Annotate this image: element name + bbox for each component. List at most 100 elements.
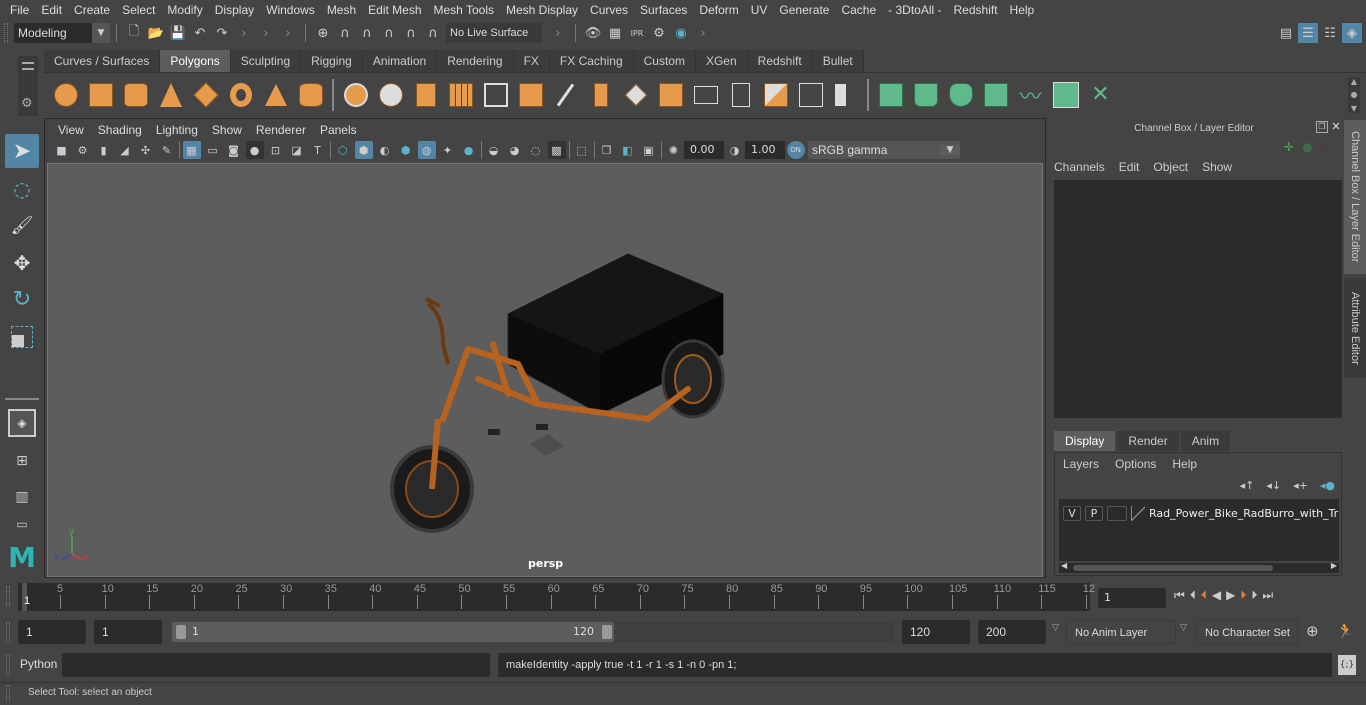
outliner-layout-button[interactable]: ▥ (5, 480, 39, 514)
camera-attributes-icon[interactable]: ⚙ (74, 141, 92, 159)
target-weld-icon[interactable] (796, 80, 826, 110)
scroll-up-icon[interactable]: ▲ (1351, 77, 1357, 86)
anim-layer-chevron-icon[interactable]: ▽ (1052, 623, 1059, 633)
uv-planar-icon[interactable] (876, 80, 906, 110)
menu-deform[interactable]: Deform (693, 0, 744, 20)
menu-mesh-display[interactable]: Mesh Display (500, 0, 584, 20)
shelf-tab-fx-caching[interactable]: FX Caching (549, 50, 634, 72)
four-view-layout-button[interactable]: ⊞ (5, 444, 39, 478)
reduce-icon[interactable] (481, 80, 511, 110)
image-plane-icon[interactable]: ◢ (116, 141, 134, 159)
use-all-lights-icon[interactable]: ✦ (439, 141, 457, 159)
workspace-dropdown[interactable]: Modeling ▼ (14, 23, 110, 43)
grid-toggle-icon[interactable]: ▦ (182, 141, 201, 159)
collapse-arrow-icon[interactable]: › (278, 23, 298, 43)
smooth-shade-icon[interactable]: ⬢ (354, 141, 373, 159)
range-bar[interactable]: 1 120 (172, 622, 614, 642)
channel-menu-channels[interactable]: Channels (1054, 160, 1105, 174)
depth-of-field-icon[interactable]: ▩ (547, 141, 566, 159)
animation-preferences-icon[interactable]: 🏃 (1336, 622, 1355, 640)
scroll-thumb[interactable] (1073, 565, 1273, 571)
graph-layout-button[interactable]: ▭ (5, 514, 39, 534)
film-gate-icon[interactable]: ▭ (204, 141, 222, 159)
layer-menu-help[interactable]: Help (1172, 457, 1197, 471)
render-frame-icon[interactable]: ▦ (605, 23, 625, 43)
new-layer-icon[interactable]: ◂+ (1293, 479, 1308, 492)
bookmark-icon[interactable]: ▮ (95, 141, 113, 159)
collapse-arrow-icon[interactable]: › (693, 23, 713, 43)
menu-generate[interactable]: Generate (773, 0, 835, 20)
go-to-start-icon[interactable]: ⏮ (1174, 588, 1185, 603)
menu-curves[interactable]: Curves (584, 0, 634, 20)
redo-icon[interactable]: ↷ (212, 23, 232, 43)
side-tab-attribute-editor[interactable]: Attribute Editor (1344, 278, 1366, 378)
collapse-arrow-icon[interactable]: › (548, 23, 568, 43)
xyz-manipulator-icon[interactable]: ✛ (1284, 140, 1294, 154)
script-editor-icon[interactable]: {;} (1338, 655, 1356, 675)
layer-menu-options[interactable]: Options (1115, 457, 1156, 471)
safe-title-icon[interactable]: T (309, 141, 327, 159)
soft-select-icon[interactable]: ● (1302, 140, 1312, 154)
pivot-icon[interactable]: ⁄ (1321, 140, 1323, 154)
shelf-tab-animation[interactable]: Animation (362, 50, 438, 72)
menu-cache[interactable]: Cache (835, 0, 882, 20)
motion-blur-icon[interactable]: ◕ (506, 141, 524, 159)
color-space-dropdown[interactable]: sRGB gamma ▼ (808, 141, 960, 159)
screen-space-ao-icon[interactable]: ◒ (485, 141, 503, 159)
anim-layer-dropdown[interactable]: No Anim Layer (1066, 620, 1176, 644)
animation-end-field[interactable]: 200 (978, 620, 1046, 644)
layer-color-swatch[interactable] (1131, 505, 1145, 521)
xray-components-icon[interactable]: ▣ (640, 141, 658, 159)
combine-icon[interactable] (341, 80, 371, 110)
new-scene-icon[interactable]: 🗋 (124, 23, 144, 43)
attribute-editor-toggle-icon[interactable]: ☰ (1298, 23, 1318, 43)
close-icon[interactable]: ✕ (1330, 121, 1342, 133)
side-tab-channel-box[interactable]: Channel Box / Layer Editor (1344, 120, 1366, 274)
isolate-select-icon[interactable]: ⬚ (573, 141, 591, 159)
field-chart-icon[interactable]: ⊡ (267, 141, 285, 159)
exposure-field[interactable]: 0.00 (684, 141, 724, 159)
animation-start-field[interactable]: 1 (18, 620, 86, 644)
range-end-handle[interactable] (602, 625, 612, 639)
render-settings-icon[interactable]: ⚙ (649, 23, 669, 43)
range-start-handle[interactable] (176, 625, 186, 639)
step-back-frame-icon[interactable]: ⏴ (1190, 588, 1196, 603)
layer-row[interactable]: V P Rad_Power_Bike_RadBurro_with_Truck (1059, 503, 1339, 523)
shelf-tab-xgen[interactable]: XGen (695, 50, 748, 72)
move-layer-up-icon[interactable]: ◂↑ (1240, 479, 1255, 492)
menu-edit[interactable]: Edit (35, 0, 68, 20)
xray-joints-icon[interactable]: ◧ (619, 141, 637, 159)
shelf-menu-icon[interactable] (22, 62, 34, 70)
uv-automatic-icon[interactable] (981, 80, 1011, 110)
step-back-key-icon[interactable]: ⏴ (1201, 588, 1207, 603)
panel-menu-panels[interactable]: Panels (313, 121, 364, 139)
hypershade-icon[interactable]: ◉ (671, 23, 691, 43)
playback-end-field[interactable]: 120 (902, 620, 970, 644)
snap-live-icon[interactable]: ∩ (423, 23, 443, 43)
go-to-end-icon[interactable]: ⏭ (1262, 588, 1273, 603)
new-layer-from-selected-icon[interactable]: ◂● (1320, 479, 1335, 492)
script-language-toggle[interactable]: Python (20, 657, 57, 671)
shelf-tab-curves-surfaces[interactable]: Curves / Surfaces (44, 50, 161, 72)
gamma-field[interactable]: 1.00 (745, 141, 785, 159)
layer-visibility-toggle[interactable]: V (1063, 505, 1081, 521)
collapse-arrow-icon[interactable]: › (256, 23, 276, 43)
open-scene-icon[interactable]: 📂 (146, 23, 166, 43)
menu-redshift[interactable]: Redshift (948, 0, 1004, 20)
menu-mesh-tools[interactable]: Mesh Tools (428, 0, 500, 20)
select-tool-button[interactable]: ➤ (5, 134, 39, 168)
menu-uv[interactable]: UV (745, 0, 774, 20)
paint-select-tool-button[interactable]: 🖌 (5, 208, 39, 242)
collapse-arrow-icon[interactable]: › (234, 23, 254, 43)
save-scene-icon[interactable]: 💾 (168, 23, 188, 43)
tool-settings-toggle-icon[interactable]: ☷ (1320, 23, 1340, 43)
multisample-aa-icon[interactable]: ◌ (527, 141, 545, 159)
shelf-scroll[interactable]: ▲ ● ▼ (1348, 76, 1360, 113)
command-input[interactable] (62, 653, 490, 677)
channel-menu-object[interactable]: Object (1153, 160, 1188, 174)
poly-sphere-icon[interactable] (51, 80, 81, 110)
character-set-chevron-icon[interactable]: ▽ (1180, 623, 1187, 633)
scroll-menu-icon[interactable]: ● (1351, 90, 1358, 99)
step-forward-frame-icon[interactable]: ⏵ (1251, 588, 1257, 603)
current-frame-field[interactable]: 1 (1098, 588, 1166, 608)
